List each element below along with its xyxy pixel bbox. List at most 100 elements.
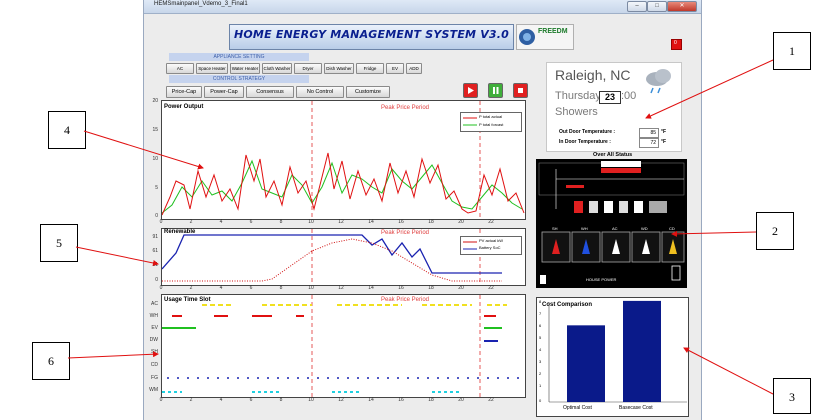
usage-xtick: 8	[279, 397, 283, 403]
window-title: HEMSmainpanel_Vdemo_3_Final1	[154, 1, 248, 7]
cost-ytick-4: 4	[539, 347, 542, 352]
renewable-legend: PV actual kW Battery SoC	[460, 236, 522, 255]
callout-6: 6	[32, 342, 70, 380]
power-peak-label: Peak Price Period	[381, 105, 430, 111]
appliance-add-button[interactable]: ADD	[406, 63, 422, 74]
renewable-xtick: 12	[338, 285, 344, 291]
appliance-ac-button[interactable]: AC	[166, 63, 194, 74]
power-legend: P total actual P total forcast	[460, 112, 522, 132]
cost-bar-optimal	[567, 325, 605, 402]
usage-chart	[162, 295, 519, 397]
cost-bar-basecase	[623, 300, 661, 402]
weather-condition: Showers	[555, 106, 598, 118]
weather-day: Thursday	[555, 90, 601, 102]
usage-xtick: 18	[428, 397, 434, 403]
appliance-cloth-washer-button[interactable]: Cloth Washer	[262, 63, 292, 74]
weather-time: :00	[621, 90, 637, 102]
rain-cloud-icon	[646, 69, 671, 94]
appliance-dryer-button[interactable]: Dryer	[294, 63, 322, 74]
usage-x-axis: 0 2 4 6 8 10 12 14 16 18 20 22	[160, 397, 524, 405]
renewable-xtick: 8	[279, 285, 283, 291]
cost-ytick-3: 3	[539, 359, 542, 364]
strategy-no-control-button[interactable]: No Control	[296, 86, 344, 98]
renewable-xtick: 22	[488, 285, 494, 291]
power-ytick-20: 20	[152, 98, 158, 104]
strategy-power-cap-button[interactable]: Power-Cap	[204, 86, 244, 98]
callout-3: 3	[773, 378, 811, 414]
legend-pv-actual: PV actual kW	[479, 238, 504, 243]
indoor-temp-field[interactable]: 72	[639, 138, 659, 148]
appliance-space-heater-button[interactable]: Space Heater	[196, 63, 228, 74]
outdoor-temp-label: Out Door Temperature :	[559, 129, 616, 135]
stop-icon	[518, 88, 523, 93]
appliance-water-heater-button[interactable]: Water Heater	[230, 63, 260, 74]
usage-row-ev: EV	[151, 325, 158, 331]
cost-ytick-5: 5	[539, 335, 542, 340]
cost-ytick-6: 6	[539, 323, 542, 328]
cost-category-optimal: Optimal Cost	[563, 405, 592, 411]
indoor-temp-label: In Door Temperature :	[559, 139, 611, 145]
maximize-button[interactable]: □	[647, 1, 667, 12]
close-button[interactable]: ✕	[667, 1, 697, 12]
strategy-consensus-button[interactable]: Consensus	[246, 86, 294, 98]
usage-plot	[161, 294, 526, 398]
appliance-fridge-button[interactable]: Fridge	[356, 63, 384, 74]
status-label-ac: AC	[612, 226, 618, 231]
date-input[interactable]: 23	[599, 91, 621, 104]
appliance-ev-button[interactable]: EV	[386, 63, 404, 74]
status-title: Over All Status	[593, 152, 633, 158]
renewable-xtick: 4	[219, 285, 223, 291]
callout-4: 4	[48, 111, 86, 149]
control-strategy-label: CONTROL STRATEGY	[169, 75, 309, 83]
weather-panel: Raleigh, NC Thursday 23 :00 Showers Out …	[546, 62, 682, 152]
renewable-xtick: 10	[308, 285, 314, 291]
outdoor-temp-field[interactable]: 85	[639, 128, 659, 138]
appliance-setting-label: APPLIANCE SETTING	[169, 53, 309, 61]
power-ytick-5: 5	[155, 185, 158, 191]
renewable-ytick-0: 0	[155, 277, 158, 283]
power-xtick: 4	[219, 219, 223, 225]
usage-xtick: 2	[189, 397, 193, 403]
cost-bar-chart	[548, 300, 687, 403]
cost-comparison-panel: Cost Comparison 8 7 6 5 4 3 2 1 0 Optima…	[536, 297, 689, 417]
legend-p-total-forcast: P total forcast	[479, 122, 504, 127]
power-xtick: 12	[338, 219, 344, 225]
status-panel: SH WH AC WD CD HOUSE POWER	[536, 159, 687, 288]
cost-ytick-1: 1	[539, 383, 542, 388]
power-xtick: 18	[428, 219, 434, 225]
app-banner: HOME ENERGY MANAGEMENT SYSTEM V3.0	[229, 24, 514, 50]
power-xtick: 14	[368, 219, 374, 225]
appliance-dish-washer-button[interactable]: Dish Washer	[324, 63, 354, 74]
usage-xtick: 10	[308, 397, 314, 403]
renewable-ytick-91: 91	[152, 234, 158, 240]
renewable-xtick: 16	[398, 285, 404, 291]
app-title: HOME ENERGY MANAGEMENT SYSTEM V3.0	[233, 28, 510, 41]
power-xtick: 22	[488, 219, 494, 225]
stop-indicator[interactable]: 0	[671, 39, 682, 50]
renewable-xtick: 2	[189, 285, 193, 291]
minimize-button[interactable]: –	[627, 1, 647, 12]
status-label-wd: WD	[641, 226, 648, 231]
status-label-cd: CD	[669, 226, 675, 231]
callout-5: 5	[40, 224, 78, 262]
strategy-customize-button[interactable]: Customize	[346, 86, 390, 98]
renewable-ytick-31: 31	[152, 262, 158, 268]
cost-ytick-7: 7	[539, 311, 542, 316]
power-xtick: 20	[458, 219, 464, 225]
stop-button[interactable]	[513, 83, 528, 98]
renewable-ytick-61: 61	[152, 248, 158, 254]
power-xtick: 16	[398, 219, 404, 225]
pause-button[interactable]	[488, 83, 503, 98]
power-ytick-10: 10	[152, 156, 158, 162]
play-button[interactable]	[463, 83, 478, 98]
status-label-sh: SH	[552, 226, 558, 231]
legend-battery-soc: Battery SoC	[479, 245, 501, 250]
renewable-xtick: 20	[458, 285, 464, 291]
renewable-xtick: 0	[159, 285, 163, 291]
renewable-title: Renewable	[164, 229, 196, 235]
usage-row-sh: SH	[151, 349, 158, 355]
strategy-price-cap-button[interactable]: Price-Cap	[166, 86, 202, 98]
outdoor-temp-unit: °F	[661, 129, 667, 135]
stop-indicator-label: 0	[674, 40, 677, 46]
callout-2: 2	[756, 212, 794, 250]
